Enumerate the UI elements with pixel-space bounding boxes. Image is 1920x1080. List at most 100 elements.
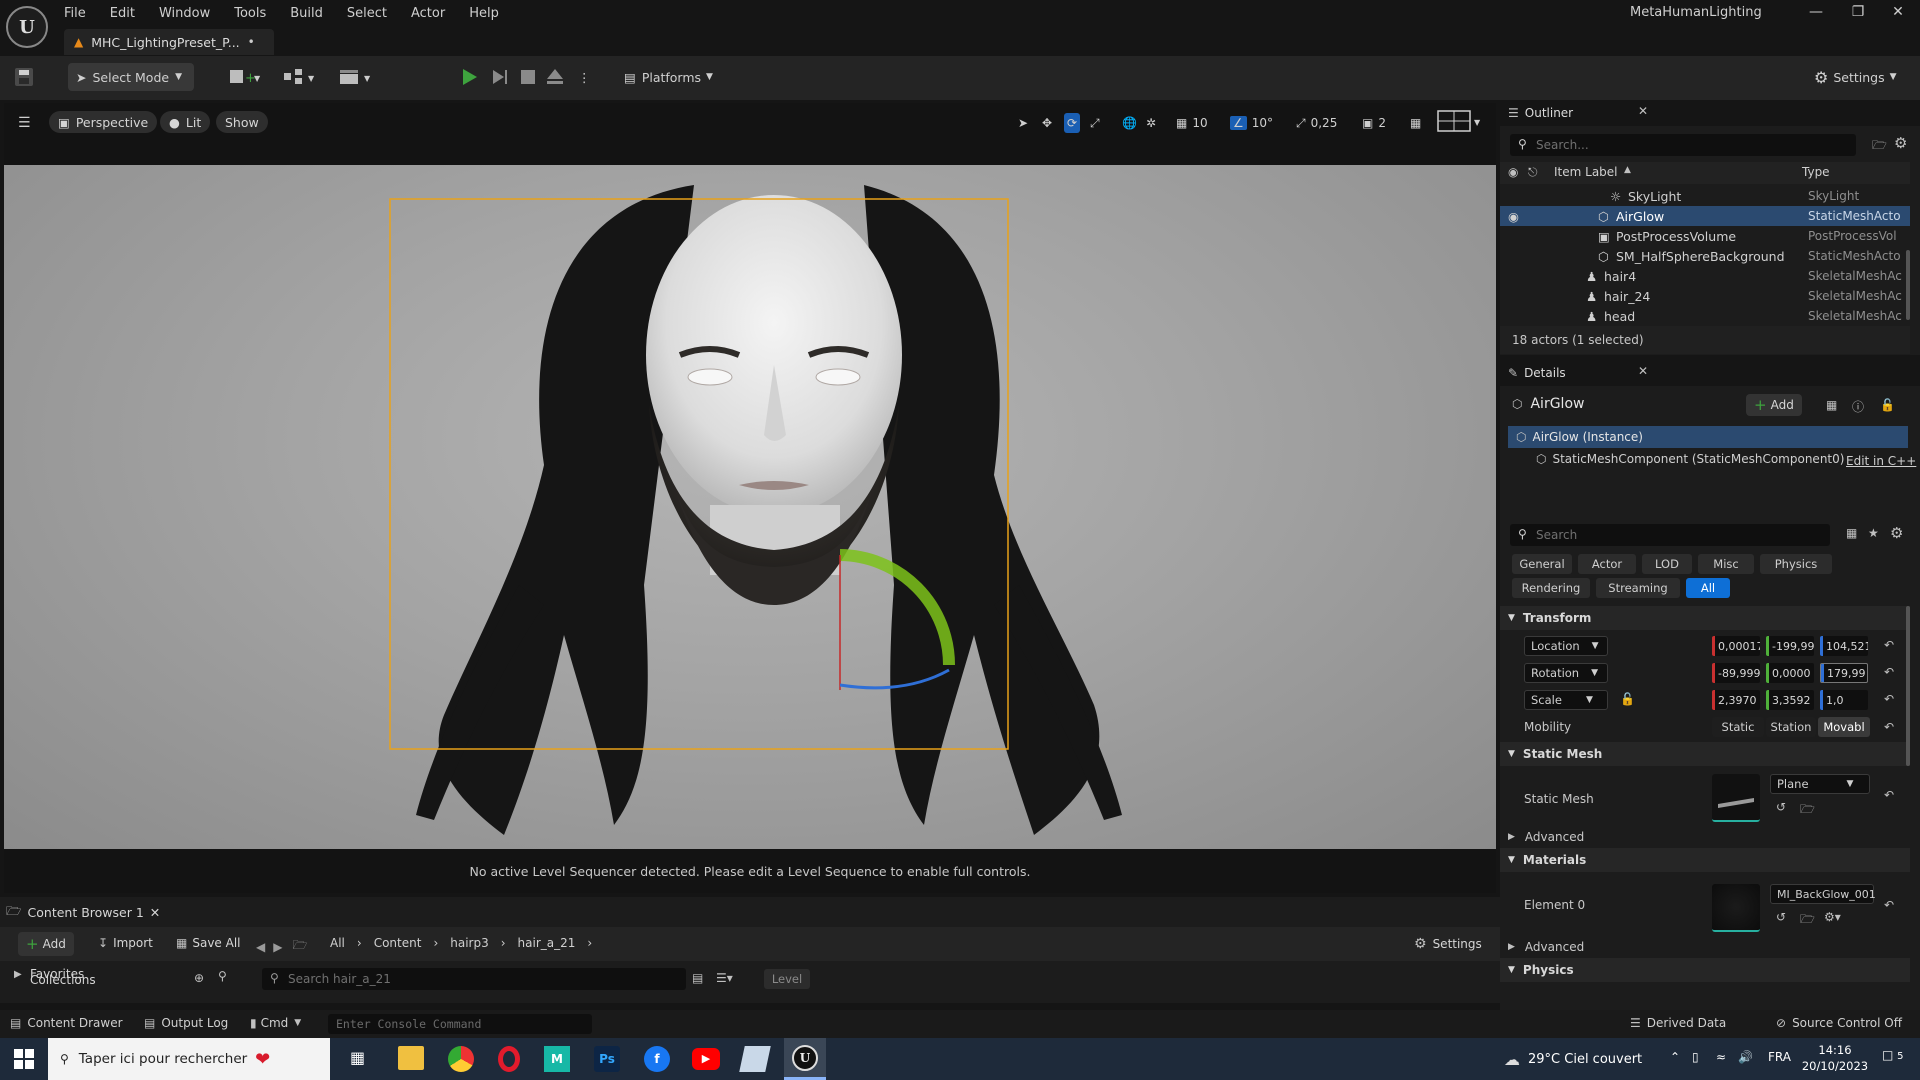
gear-icon[interactable]: ⚙: [1894, 134, 1907, 152]
source-control-button[interactable]: ⊘ Source Control Off: [1776, 1016, 1902, 1030]
device-icon[interactable]: ▯: [1692, 1050, 1699, 1064]
filter-general[interactable]: General: [1512, 554, 1572, 574]
surface-snap-icon[interactable]: ✲: [1146, 113, 1156, 133]
lit-button[interactable]: ● Lit: [160, 111, 211, 133]
show-button[interactable]: Show: [216, 111, 268, 133]
search-collections-icon[interactable]: ⚲: [218, 969, 227, 983]
save-level-button[interactable]: [12, 63, 36, 91]
outliner-row[interactable]: ♟ hair4 SkeletalMeshAc: [1500, 266, 1910, 286]
static-mesh-advanced-toggle[interactable]: ▶ Advanced: [1508, 830, 1584, 844]
instance-row[interactable]: ⬡ AirGlow (Instance): [1508, 426, 1908, 448]
static-mesh-dropdown[interactable]: Plane ▼: [1770, 774, 1870, 794]
outliner-row[interactable]: ⬡ SM_HalfSphereBackground StaticMeshActo: [1500, 246, 1910, 266]
breadcrumb-hair-a-21[interactable]: hair_a_21: [518, 936, 576, 950]
select-tool-icon[interactable]: ➤: [1018, 113, 1028, 133]
gear-icon[interactable]: ⚙: [1890, 524, 1903, 542]
outliner-row[interactable]: ☼ SkyLight SkyLight: [1500, 186, 1910, 206]
close-tab-icon[interactable]: ✕: [150, 905, 160, 920]
browse-asset-icon[interactable]: 🗁: [1800, 910, 1815, 931]
rotation-z-input[interactable]: 179,99: [1820, 663, 1868, 683]
location-z-input[interactable]: 104,521: [1820, 636, 1868, 656]
scale-dropdown[interactable]: Scale ▼: [1524, 690, 1608, 710]
outliner-row[interactable]: ▣ PostProcessVolume PostProcessVol: [1500, 226, 1910, 246]
lock-icon[interactable]: 🔓: [1880, 398, 1895, 412]
use-selected-icon[interactable]: ↺: [1776, 910, 1786, 924]
static-mesh-thumbnail[interactable]: [1712, 774, 1760, 822]
metahuman-app-icon[interactable]: M: [544, 1046, 570, 1072]
unreal-taskbar-button[interactable]: U: [784, 1038, 826, 1080]
asset-search-input[interactable]: ⚲ Search hair_a_21: [262, 968, 686, 990]
outliner-tab[interactable]: ☰ Outliner ✕: [1500, 100, 1920, 126]
item-label-header[interactable]: Item Label: [1554, 165, 1618, 179]
location-dropdown[interactable]: Location ▼: [1524, 636, 1608, 656]
filter-misc[interactable]: Misc: [1698, 554, 1754, 574]
task-view-icon[interactable]: ▦: [350, 1048, 365, 1067]
add-collection-icon[interactable]: ⊕: [194, 971, 204, 985]
taskbar-search-input[interactable]: ⚲ Taper ici pour rechercher ❤: [48, 1038, 330, 1080]
opera-icon[interactable]: [498, 1046, 520, 1072]
filter-lod[interactable]: LOD: [1642, 554, 1692, 574]
location-y-input[interactable]: -199,99: [1766, 636, 1814, 656]
volume-icon[interactable]: 🔊: [1738, 1050, 1753, 1064]
outliner-row[interactable]: ♟ hair_24 SkeletalMeshAc: [1500, 286, 1910, 306]
rotation-snap-button[interactable]: ∠ 10°: [1230, 113, 1273, 133]
material-thumbnail[interactable]: [1712, 884, 1760, 932]
viewport-scene[interactable]: [4, 165, 1496, 849]
menu-actor[interactable]: Actor: [411, 6, 445, 21]
rotate-tool-icon[interactable]: ⟳: [1064, 113, 1081, 133]
filter-all[interactable]: All: [1686, 578, 1730, 598]
close-tab-icon[interactable]: ✕: [1638, 104, 1648, 118]
mobility-static[interactable]: Static: [1712, 717, 1764, 737]
details-tab[interactable]: ✎ Details ✕: [1500, 360, 1920, 386]
reset-arrow-icon[interactable]: ↶: [1884, 788, 1894, 802]
add-component-button[interactable]: + Add: [1746, 394, 1802, 416]
windows-start-icon[interactable]: [14, 1049, 34, 1069]
level-viewport[interactable]: ☰ ▣ Perspective ● Lit Show ➤ ✥ ⟳ ⤢ 🌐 ✲ ▦…: [4, 103, 1496, 893]
reset-arrow-icon[interactable]: ↶: [1884, 665, 1894, 679]
filter-rendering[interactable]: Rendering: [1512, 578, 1590, 598]
console-input[interactable]: Enter Console Command: [328, 1014, 592, 1034]
blueprint-icon[interactable]: ▦: [1826, 398, 1837, 412]
menu-file[interactable]: File: [64, 6, 86, 21]
close-tab-icon[interactable]: ✕: [1638, 364, 1648, 378]
level-tab[interactable]: ▲ MHC_LightingPreset_P... •: [64, 29, 274, 55]
camera-speed-button[interactable]: ▣ 2: [1362, 113, 1386, 133]
visibility-eye-icon[interactable]: ◉: [1508, 209, 1519, 224]
type-header[interactable]: Type: [1802, 165, 1830, 179]
add-actor-button[interactable]: + ▼: [228, 63, 264, 91]
chrome-icon[interactable]: [448, 1046, 474, 1072]
scale-y-input[interactable]: 3,3592: [1766, 690, 1814, 710]
breadcrumb-all[interactable]: All: [330, 936, 345, 950]
material-options-icon[interactable]: ⚙▾: [1824, 910, 1841, 924]
add-button[interactable]: + Add: [18, 932, 74, 956]
close-window-button[interactable]: ✕: [1878, 4, 1918, 28]
level-filter-chip[interactable]: Level: [764, 969, 810, 989]
use-selected-icon[interactable]: ↺: [1776, 800, 1786, 814]
menu-window[interactable]: Window: [159, 6, 210, 21]
reset-arrow-icon[interactable]: ↶: [1884, 898, 1894, 912]
back-icon[interactable]: ◀: [256, 940, 265, 954]
perspective-button[interactable]: ▣ Perspective: [49, 111, 158, 133]
content-browser-tab[interactable]: 🗁 Content Browser 1 ✕: [6, 901, 160, 923]
pin-icon[interactable]: ⎋: [1528, 165, 1538, 180]
content-drawer-button[interactable]: ▤ Content Drawer: [10, 1016, 123, 1030]
select-mode-dropdown[interactable]: ➤ Select Mode ▼: [68, 63, 194, 91]
browse-asset-icon[interactable]: 🗁: [1800, 800, 1815, 821]
transform-section-header[interactable]: ▼ Transform: [1500, 606, 1910, 630]
filter-actor[interactable]: Actor: [1578, 554, 1636, 574]
step-button[interactable]: [489, 63, 511, 91]
unreal-logo-icon[interactable]: U: [6, 6, 48, 48]
weather-widget[interactable]: ☁ 29°C Ciel couvert: [1504, 1050, 1642, 1069]
forward-icon[interactable]: ▶: [273, 940, 282, 954]
table-view-icon[interactable]: ▦: [1846, 526, 1857, 540]
scale-snap-button[interactable]: ⤢ 0,25: [1296, 113, 1337, 133]
save-search-icon[interactable]: ▤: [692, 971, 703, 985]
materials-section-header[interactable]: ▼ Materials: [1500, 848, 1910, 872]
scale-z-input[interactable]: 1,0: [1820, 690, 1868, 710]
mobility-movable[interactable]: Movabl: [1818, 717, 1870, 737]
details-search-input[interactable]: ⚲ Search: [1510, 524, 1830, 546]
more-options-icon[interactable]: ⋮: [578, 63, 591, 91]
facebook-icon[interactable]: f: [644, 1046, 670, 1072]
reset-arrow-icon[interactable]: ↶: [1884, 692, 1894, 706]
favorites-star-icon[interactable]: ★: [1868, 526, 1879, 540]
